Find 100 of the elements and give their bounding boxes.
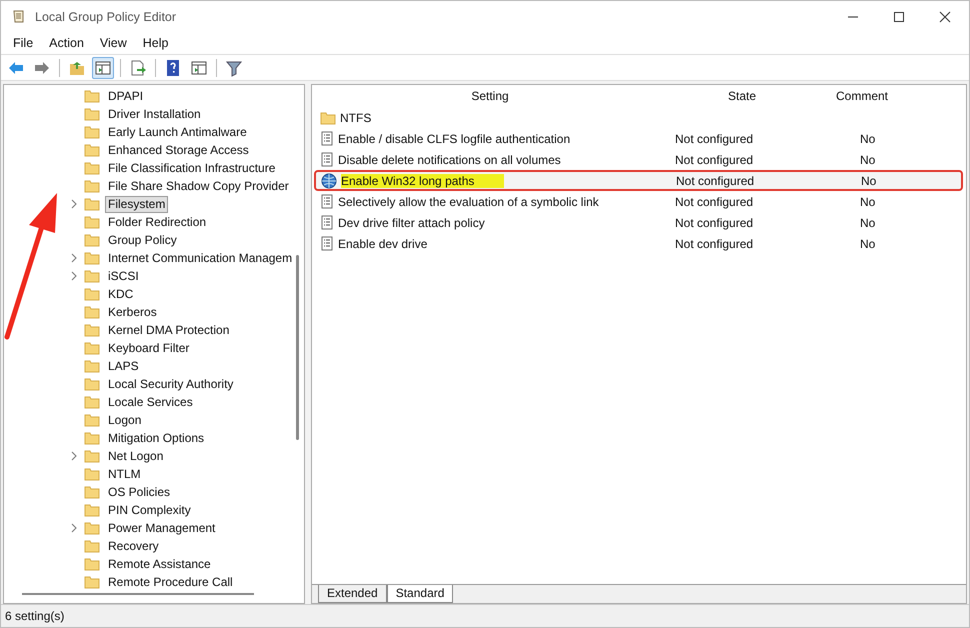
chevron-icon[interactable]: [70, 199, 78, 209]
tree-item[interactable]: Power Management: [105, 520, 218, 536]
chevron-icon[interactable]: [70, 523, 78, 533]
folder-icon: [84, 323, 100, 337]
folder-icon: [320, 110, 336, 124]
tab[interactable]: Extended: [318, 585, 387, 603]
setting-name[interactable]: Disable delete notifications on all volumes: [338, 152, 561, 166]
folder-icon: [84, 449, 100, 463]
tree-item[interactable]: Keyboard Filter: [105, 340, 192, 356]
tree-item[interactable]: iSCSI: [105, 268, 142, 284]
menu-item[interactable]: Action: [41, 36, 92, 50]
folder-icon: [84, 575, 100, 589]
setting-name[interactable]: Enable / disable CLFS logfile authentication: [338, 132, 570, 146]
tree-item[interactable]: Logon: [105, 412, 144, 428]
state-cell: Not configured: [676, 174, 754, 188]
folder-icon: [84, 161, 100, 175]
tree-item[interactable]: File Classification Infrastructure: [105, 160, 278, 176]
folder-icon: [84, 503, 100, 517]
state-cell: Not configured: [675, 216, 754, 230]
folder-icon: [84, 125, 100, 139]
folder-icon: [84, 215, 100, 229]
folder-icon: [84, 143, 100, 157]
chevron-icon[interactable]: [70, 253, 78, 263]
comment-cell: No: [861, 174, 876, 188]
setting-name[interactable]: Enable dev drive: [338, 236, 428, 250]
folder-icon: [84, 179, 100, 193]
close-icon[interactable]: [939, 10, 951, 22]
tree-item[interactable]: Folder Redirection: [105, 214, 210, 230]
folder-icon: [84, 269, 100, 283]
setting-name[interactable]: Selectively allow the evaluation of a symbolic link: [338, 194, 599, 208]
folder-icon: [84, 539, 100, 553]
comment-cell: No: [860, 152, 876, 166]
chevron-icon[interactable]: [70, 271, 78, 281]
tree-item[interactable]: Net Logon: [105, 448, 166, 464]
tree-item[interactable]: Filesystem: [105, 196, 168, 212]
window-title: Local Group Policy Editor: [35, 10, 176, 24]
folder-icon: [84, 485, 100, 499]
chevron-icon[interactable]: [70, 451, 78, 461]
folder-icon: [84, 251, 100, 265]
folder-icon: [84, 395, 100, 409]
folder-icon: [84, 233, 100, 247]
list-document-icon: [320, 131, 334, 146]
tree-item[interactable]: Local Security Authority: [105, 376, 236, 392]
list-document-icon: [320, 215, 334, 230]
folder-icon: [84, 413, 100, 427]
folder-icon: [84, 521, 100, 535]
folder-icon: [84, 107, 100, 121]
maximize-icon[interactable]: [893, 10, 905, 22]
tree-item[interactable]: Kernel DMA Protection: [105, 322, 232, 338]
tree-item[interactable]: PIN Complexity: [105, 502, 194, 518]
state-cell: Not configured: [675, 194, 754, 208]
folder-icon: [84, 431, 100, 445]
tree-item[interactable]: Enhanced Storage Access: [105, 142, 252, 158]
tree-item[interactable]: File Share Shadow Copy Provider: [105, 178, 292, 194]
setting-name[interactable]: Dev drive filter attach policy: [338, 216, 485, 230]
comment-cell: No: [860, 132, 876, 146]
list-document-icon: [320, 152, 334, 167]
scrollbar[interactable]: [296, 255, 299, 440]
tree-item[interactable]: LAPS: [105, 358, 142, 374]
tree-item[interactable]: KDC: [105, 286, 136, 302]
state-cell: Not configured: [675, 236, 754, 250]
column-header[interactable]: Setting: [312, 89, 668, 103]
list-document-icon: [320, 236, 334, 251]
tree-item[interactable]: Locale Services: [105, 394, 196, 410]
comment-cell: No: [860, 194, 876, 208]
column-header[interactable]: Comment: [816, 89, 936, 103]
state-cell: Not configured: [675, 152, 754, 166]
tree-item[interactable]: Group Policy: [105, 232, 180, 248]
scrollbar[interactable]: [22, 593, 254, 595]
menu-item[interactable]: Help: [134, 36, 176, 50]
tree-item[interactable]: DPAPI: [105, 88, 146, 104]
tab[interactable]: Standard: [386, 585, 454, 603]
tree-item[interactable]: Remote Assistance: [105, 556, 214, 572]
folder-icon: [84, 89, 100, 103]
setting-name[interactable]: Enable Win32 long paths: [341, 174, 504, 188]
tree-item[interactable]: OS Policies: [105, 484, 174, 500]
tree-item[interactable]: Driver Installation: [105, 106, 204, 122]
folder-icon: [84, 197, 100, 211]
pane-icon[interactable]: [92, 56, 114, 78]
comment-cell: No: [860, 216, 876, 230]
tree-item[interactable]: Internet Communication Managem: [105, 250, 296, 266]
tree-item[interactable]: Remote Procedure Call: [105, 574, 236, 590]
list-document-icon: [320, 194, 334, 209]
tree-item[interactable]: Kerberos: [105, 304, 160, 320]
column-header[interactable]: State: [668, 89, 816, 103]
tree-item[interactable]: Early Launch Antimalware: [105, 124, 250, 140]
status-text: 6 setting(s): [5, 609, 64, 623]
comment-cell: No: [860, 236, 876, 250]
folder-icon: [84, 287, 100, 301]
globe-icon: [321, 172, 337, 188]
menu-item[interactable]: View: [92, 36, 135, 50]
menu-item[interactable]: File: [5, 36, 42, 50]
folder-icon: [84, 377, 100, 391]
tree-item[interactable]: NTLM: [105, 466, 144, 482]
tree-item[interactable]: Recovery: [105, 538, 162, 554]
setting-name[interactable]: NTFS: [340, 110, 372, 124]
state-cell: Not configured: [675, 132, 754, 146]
tree-item[interactable]: Mitigation Options: [105, 430, 208, 446]
folder-icon: [84, 467, 100, 481]
folder-icon: [84, 305, 100, 319]
